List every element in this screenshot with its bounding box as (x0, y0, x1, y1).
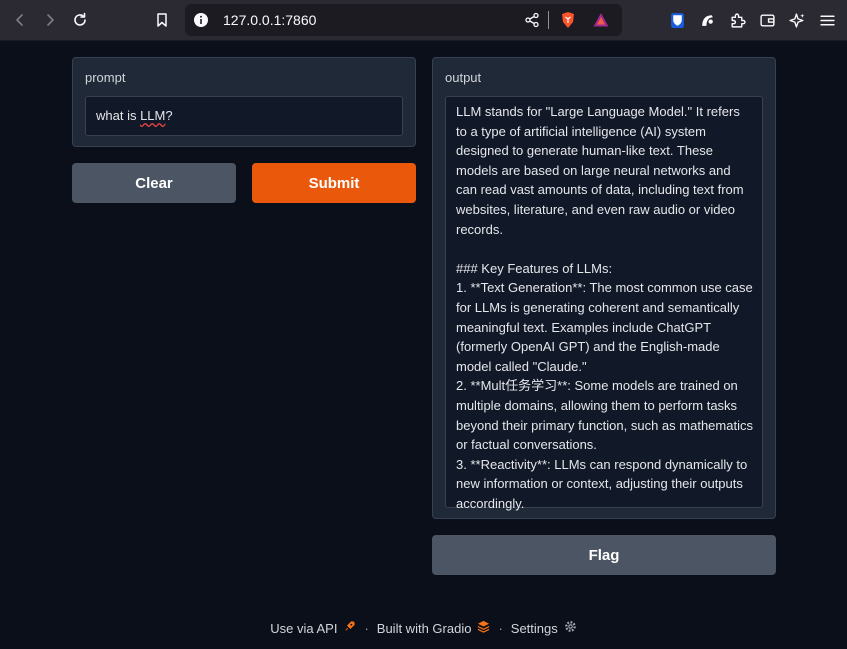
prompt-value[interactable]: what is LLM? (96, 108, 173, 123)
back-icon[interactable] (10, 10, 30, 30)
output-text: LLM stands for "Large Language Model." I… (456, 104, 753, 511)
bookmark-icon[interactable] (152, 10, 172, 30)
extension-icon[interactable] (697, 10, 717, 30)
output-panel: output LLM stands for "Large Language Mo… (432, 57, 776, 519)
clear-button[interactable]: Clear (72, 163, 236, 203)
address-bar[interactable]: 127.0.0.1:7860 (185, 4, 622, 36)
built-with-gradio-link[interactable]: Built with Gradio (377, 620, 491, 636)
built-with-gradio-label: Built with Gradio (376, 620, 472, 636)
wallet-icon[interactable] (757, 10, 777, 30)
site-info-icon[interactable] (193, 12, 209, 28)
brave-rewards-icon[interactable] (592, 11, 610, 29)
footer: Use via API · Built with Gradio · Settin… (0, 619, 847, 637)
settings-link[interactable]: Settings (511, 620, 577, 636)
prompt-panel: prompt what is LLM? (72, 57, 416, 147)
puzzle-icon[interactable] (727, 10, 747, 30)
divider (548, 11, 549, 29)
reload-icon[interactable] (70, 10, 90, 30)
settings-label: Settings (510, 620, 558, 636)
output-label: output (445, 70, 482, 85)
prompt-value-part: ? (165, 108, 173, 123)
brave-shields-icon[interactable] (559, 11, 577, 29)
forward-icon[interactable] (40, 10, 60, 30)
footer-separator: · (498, 620, 503, 636)
rocket-icon (343, 620, 356, 636)
leo-icon[interactable] (787, 10, 807, 30)
browser-toolbar: 127.0.0.1:7860 (0, 0, 847, 41)
gradio-logo-icon (477, 620, 490, 636)
flag-button[interactable]: Flag (432, 535, 776, 575)
menu-icon[interactable] (817, 10, 837, 30)
prompt-value-part: what is (96, 108, 141, 123)
gear-icon (564, 620, 577, 636)
url-text[interactable]: 127.0.0.1:7860 (223, 12, 316, 28)
share-icon[interactable] (524, 12, 540, 28)
bitwarden-icon[interactable] (667, 10, 687, 30)
use-via-api-link[interactable]: Use via API (270, 620, 356, 636)
footer-separator: · (364, 620, 369, 636)
use-via-api-label: Use via API (270, 620, 338, 636)
output-textbox[interactable]: LLM stands for "Large Language Model." I… (445, 96, 763, 511)
prompt-input[interactable]: what is LLM? (85, 96, 403, 136)
prompt-label: prompt (85, 70, 126, 85)
submit-button[interactable]: Submit (252, 163, 416, 203)
misspelled-word: LLM (140, 108, 166, 123)
